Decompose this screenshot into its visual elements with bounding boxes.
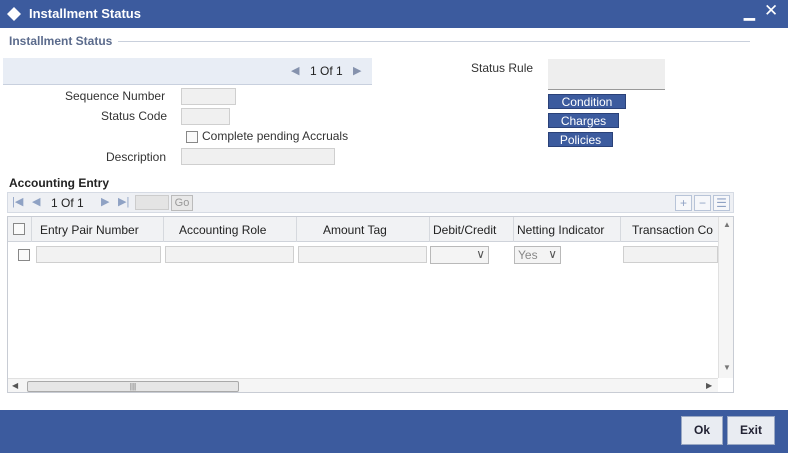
accounting-entry-title: Accounting Entry — [9, 176, 110, 190]
select-all-checkbox[interactable] — [13, 223, 25, 235]
row-checkbox[interactable] — [18, 249, 30, 261]
status-code-field[interactable] — [181, 108, 230, 125]
first-page-icon[interactable]: |◀ — [12, 195, 23, 208]
single-view-icon[interactable]: ☰ — [713, 195, 730, 211]
column-header-debit-credit[interactable]: Debit/Credit — [433, 223, 496, 237]
table-row: ∨ Yes ∨ — [8, 243, 718, 265]
prev-page-icon[interactable]: ◀ — [32, 195, 40, 208]
grid-header: Entry Pair Number Accounting Role Amount… — [8, 217, 718, 242]
column-header-entry-pair-number[interactable]: Entry Pair Number — [40, 223, 139, 237]
status-rule-field[interactable] — [548, 59, 665, 90]
netting-indicator-select[interactable]: Yes ∨ — [514, 246, 561, 264]
debit-credit-select[interactable]: ∨ — [430, 246, 489, 264]
title-bar: Installment Status ▁ ✕ — [0, 0, 788, 28]
scrollbar-thumb[interactable]: ||| — [27, 381, 239, 392]
condition-button[interactable]: Condition — [548, 94, 626, 109]
go-button[interactable]: Go — [171, 195, 193, 211]
scroll-down-icon[interactable]: ▼ — [723, 363, 731, 372]
column-divider — [513, 217, 514, 242]
page-number-input[interactable] — [135, 195, 169, 210]
last-page-icon[interactable]: ▶| — [118, 195, 129, 208]
section-divider — [118, 41, 750, 42]
status-rule-label: Status Rule — [471, 61, 534, 75]
column-header-accounting-role[interactable]: Accounting Role — [179, 223, 266, 237]
column-divider — [31, 217, 32, 242]
description-field[interactable] — [181, 148, 335, 165]
accounting-page-indicator: 1 Of 1 — [51, 196, 84, 210]
chevron-down-icon: ∨ — [476, 247, 485, 261]
column-divider — [429, 217, 430, 242]
sequence-number-field[interactable] — [181, 88, 236, 105]
column-divider — [296, 217, 297, 242]
exit-button[interactable]: Exit — [727, 416, 775, 445]
next-page-icon[interactable]: ▶ — [101, 195, 109, 208]
window-title: Installment Status — [29, 6, 141, 21]
section-title: Installment Status — [9, 34, 113, 48]
column-divider — [163, 217, 164, 242]
column-header-netting-indicator[interactable]: Netting Indicator — [517, 223, 604, 237]
accounting-entry-grid: Entry Pair Number Accounting Role Amount… — [7, 216, 734, 393]
add-row-icon[interactable]: + — [675, 195, 692, 211]
charges-button[interactable]: Charges — [548, 113, 619, 128]
chevron-down-icon: ∨ — [548, 247, 557, 261]
policies-button[interactable]: Policies — [548, 132, 613, 147]
column-header-amount-tag[interactable]: Amount Tag — [323, 223, 387, 237]
close-icon[interactable]: ✕ — [764, 1, 778, 21]
sequence-number-label: Sequence Number — [65, 89, 166, 103]
diamond-icon — [7, 7, 21, 21]
scroll-left-icon[interactable]: ◀ — [12, 381, 18, 390]
column-divider — [620, 217, 621, 242]
transaction-code-cell[interactable] — [623, 246, 718, 263]
record-navigation: ◀ 1 Of 1 ▶ — [3, 58, 372, 85]
accounting-toolbar: |◀ ◀ 1 Of 1 ▶ ▶| Go + − ☰ — [7, 192, 734, 213]
amount-tag-cell[interactable] — [298, 246, 427, 263]
vertical-scrollbar[interactable]: ▲ ▼ — [718, 217, 733, 378]
complete-pending-accruals-label: Complete pending Accruals — [202, 129, 349, 143]
next-record-icon[interactable]: ▶ — [353, 64, 361, 77]
record-page-indicator: 1 Of 1 — [310, 64, 343, 78]
prev-record-icon[interactable]: ◀ — [291, 64, 299, 77]
entry-pair-number-cell[interactable] — [36, 246, 161, 263]
netting-indicator-value: Yes — [518, 248, 538, 262]
scroll-right-icon[interactable]: ▶ — [706, 381, 712, 390]
description-label: Description — [106, 150, 167, 164]
delete-row-icon[interactable]: − — [694, 195, 711, 211]
column-header-transaction-code[interactable]: Transaction Co — [632, 223, 713, 237]
minimize-icon[interactable]: ▁ — [744, 4, 755, 21]
status-code-label: Status Code — [101, 109, 168, 123]
accounting-role-cell[interactable] — [165, 246, 294, 263]
horizontal-scrollbar[interactable]: ◀ ||| ▶ — [8, 378, 718, 392]
scroll-up-icon[interactable]: ▲ — [723, 220, 731, 229]
ok-button[interactable]: Ok — [681, 416, 723, 445]
complete-pending-accruals-checkbox[interactable] — [186, 131, 198, 143]
footer-bar — [0, 410, 788, 453]
